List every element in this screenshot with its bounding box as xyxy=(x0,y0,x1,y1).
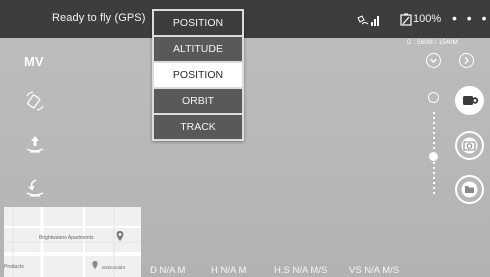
gimbal-rotate-icon[interactable] xyxy=(24,90,46,117)
mode-label[interactable]: MV xyxy=(24,54,44,69)
video-record-icon xyxy=(463,96,479,105)
media-gallery-button[interactable] xyxy=(455,175,484,204)
battery-icon xyxy=(400,13,412,31)
folder-icon xyxy=(461,181,478,198)
zoom-slider-knob[interactable] xyxy=(429,152,438,161)
chevron-right-button[interactable] xyxy=(459,53,474,68)
dropdown-option-track[interactable]: TRACK xyxy=(154,115,242,139)
dropdown-option-position[interactable]: POSITION xyxy=(154,63,242,89)
return-home-icon[interactable] xyxy=(24,177,46,204)
map-label-products: Products xyxy=(4,264,24,270)
battery-percentage: 100% xyxy=(413,13,442,25)
flight-mode-dropdown[interactable]: POSITION ALTITUDE POSITION ORBIT TRACK xyxy=(152,9,244,141)
telemetry-distance: D N/A M xyxy=(150,265,186,276)
slider-top-indicator xyxy=(428,92,439,103)
takeoff-icon[interactable] xyxy=(24,133,46,160)
dropdown-selected-value[interactable]: POSITION xyxy=(154,11,242,37)
telemetry-vertical-speed: VS N/A M/S xyxy=(349,265,400,276)
map-label-apartments: Brightwaters Apartments xyxy=(39,235,94,241)
camera-icon xyxy=(461,137,478,154)
telemetry-height: H N/A M xyxy=(211,265,247,276)
camera-shutter-button[interactable] xyxy=(455,131,484,160)
flight-status-text[interactable]: Ready to fly (GPS) xyxy=(52,12,146,24)
distance-readout: D : 560M / 1540M xyxy=(407,40,458,46)
record-toggle-button[interactable] xyxy=(455,86,484,115)
map-label-restaurant: McDonald's xyxy=(102,265,126,270)
chevron-down-icon xyxy=(430,58,437,63)
more-options-button[interactable]: • • • xyxy=(452,10,489,26)
dropdown-option-altitude[interactable]: ALTITUDE xyxy=(154,37,242,63)
mini-map[interactable]: Brightwaters Apartments McDonald's Produ… xyxy=(4,207,141,277)
chevron-down-button[interactable] xyxy=(426,53,441,68)
gps-signal-icon xyxy=(356,14,380,32)
chevron-right-icon xyxy=(464,57,469,64)
telemetry-horizontal-speed: H.S N/A M/S xyxy=(274,265,328,276)
dropdown-option-orbit[interactable]: ORBIT xyxy=(154,89,242,115)
